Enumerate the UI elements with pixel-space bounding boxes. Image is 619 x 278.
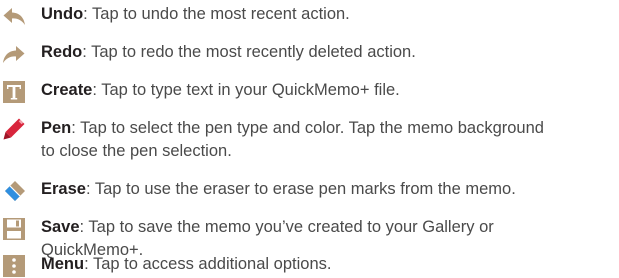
item-description: : Tap to access additional options.: [84, 255, 332, 273]
create-text-icon: [2, 80, 26, 104]
item-term: Save: [41, 218, 80, 236]
item-term: Redo: [41, 43, 83, 61]
item-description: : Tap to undo the most recent action.: [83, 5, 350, 23]
item-description: : Tap to select the pen type and color. …: [71, 119, 544, 137]
redo-icon: [2, 42, 26, 66]
item-description: : Tap to type text in your QuickMemo+ fi…: [92, 81, 400, 99]
item-term: Create: [41, 81, 93, 99]
menu-icon: [2, 254, 26, 278]
item-term: Erase: [41, 180, 86, 198]
item-term: Menu: [41, 255, 85, 273]
eraser-icon: [2, 179, 26, 203]
pen-icon: [2, 117, 26, 141]
undo-icon: [2, 4, 26, 28]
item-description-continued: to close the pen selection.: [41, 142, 232, 160]
item-description: : Tap to use the eraser to erase pen mar…: [85, 180, 516, 198]
item-description: : Tap to redo the most recently deleted …: [82, 43, 416, 61]
item-description: : Tap to save the memo you’ve created to…: [79, 218, 494, 236]
item-term: Undo: [41, 5, 84, 23]
item-term: Pen: [41, 119, 72, 137]
save-icon: [2, 217, 26, 241]
